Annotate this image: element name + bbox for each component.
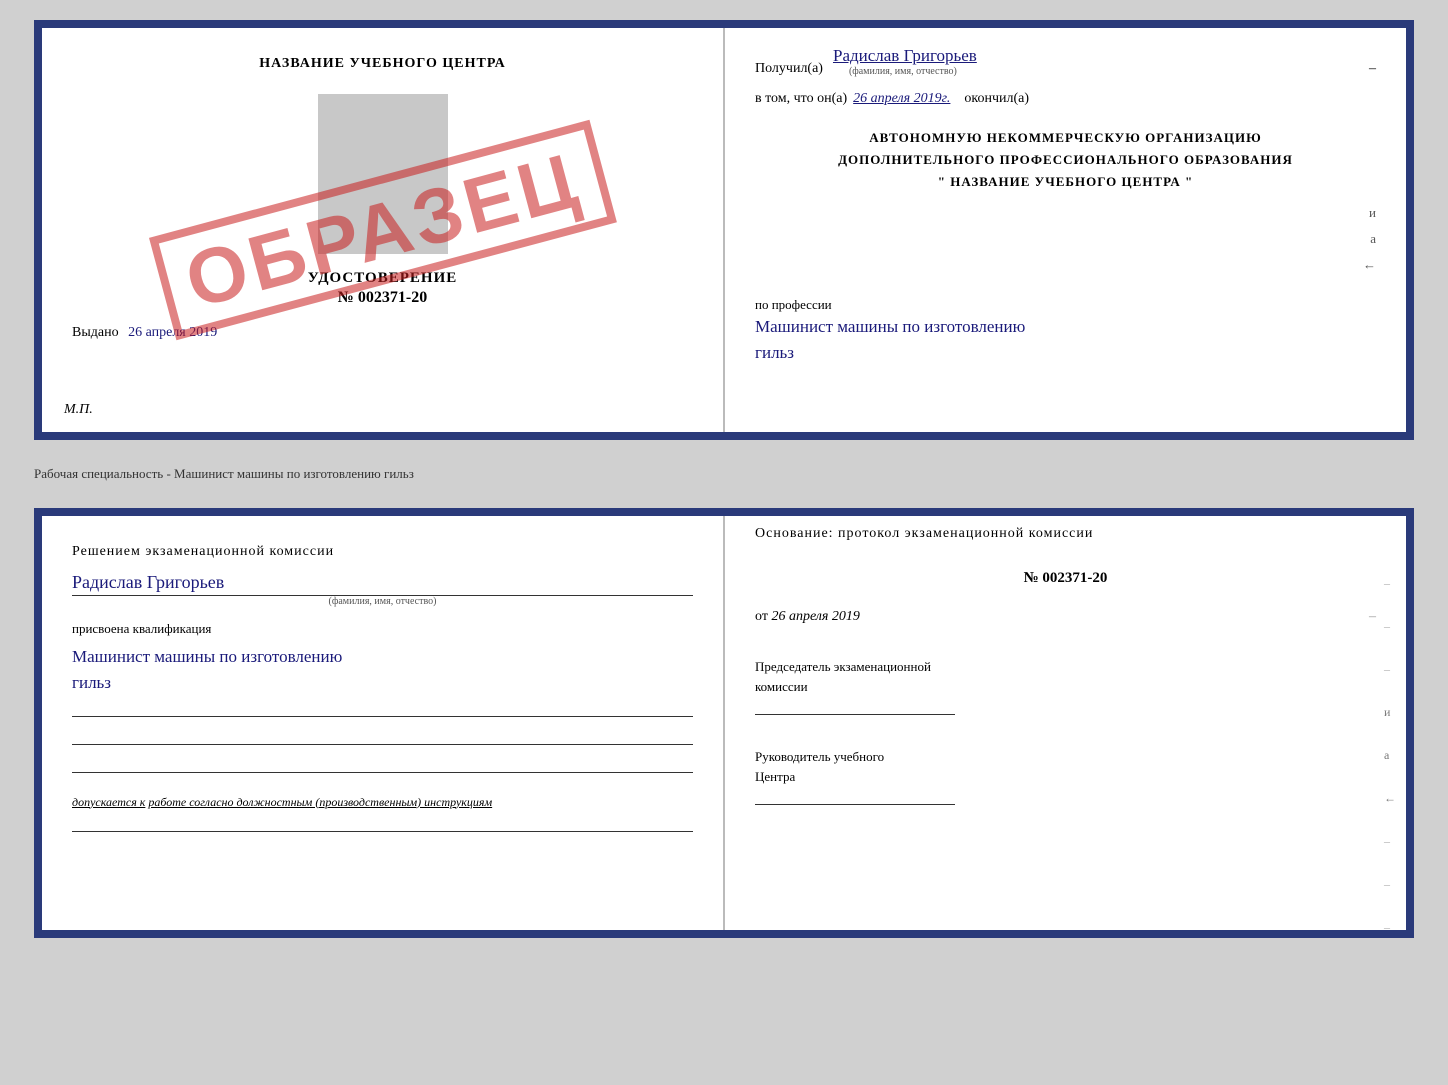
vydano-line: Выдано 26 апреля 2019	[72, 325, 693, 341]
separator-text: Рабочая специальность - Машинист машины …	[34, 462, 1414, 486]
line4	[72, 822, 693, 832]
right-dash-a: а	[1370, 231, 1376, 246]
bottom-fio: Радислав Григорьев	[72, 572, 693, 596]
bottom-fio-sub: (фамилия, имя, отчество)	[72, 596, 693, 607]
dopuskaetsya-line: допускается к работе согласно должностны…	[72, 795, 693, 810]
rukovoditel-line2: Центра	[755, 767, 1376, 787]
right-dash-arrow: ←	[1363, 257, 1376, 272]
udostoverenie-label: УДОСТОВЕРЕНИЕ	[308, 270, 458, 287]
dash1: –	[1369, 61, 1376, 77]
avt-line2: ДОПОЛНИТЕЛЬНОГО ПРОФЕССИОНАЛЬНОГО ОБРАЗО…	[755, 149, 1376, 171]
dopuskaetsya-prefix: допускается к	[72, 795, 145, 809]
predsedatel-line2: комиссии	[755, 677, 1376, 697]
avt-line1: АВТОНОМНУЮ НЕКОММЕРЧЕСКУЮ ОРГАНИЗАЦИЮ	[755, 127, 1376, 149]
professiya-text2: гильз	[755, 341, 1376, 365]
ot-date: 26 апреля 2019	[771, 609, 859, 624]
poluchil-prefix: Получил(а)	[755, 61, 823, 77]
line3	[72, 763, 693, 773]
photo-placeholder	[318, 94, 448, 254]
rukovoditel-sign-line	[755, 804, 955, 805]
vtom-line: в том, что он(а) 26 апреля 2019г. окончи…	[755, 91, 1376, 107]
kval-block: Машинист машины по изготовлению гильз	[72, 643, 693, 695]
line2	[72, 735, 693, 745]
avt-line3: " НАЗВАНИЕ УЧЕБНОГО ЦЕНТРА "	[755, 171, 1376, 193]
poluchil-line: Получил(а) Радислав Григорьев (фамилия, …	[755, 46, 1376, 77]
vtom-date: 26 апреля 2019г.	[853, 91, 950, 107]
predsedatel-line1: Председатель экзаменационной	[755, 657, 1376, 677]
line1	[72, 707, 693, 717]
predsedatel-sign-line	[755, 714, 955, 715]
okonchil-text: окончил(а)	[964, 91, 1029, 107]
kval-text: Машинист машины по изготовлению	[72, 645, 693, 669]
fio-subtitle: (фамилия, имя, отчество)	[829, 66, 977, 77]
vydano-prefix: Выдано	[72, 325, 119, 340]
rukovoditel-block: Руководитель учебного Центра	[755, 747, 1376, 786]
right-dash-and: и	[1369, 205, 1376, 220]
dopuskaetsya-text: работе согласно должностным (производств…	[148, 795, 492, 809]
protocol-date: от 26 апреля 2019 –	[755, 609, 1376, 625]
mp-label: М.П.	[64, 402, 93, 418]
right-br-dash: –	[1369, 609, 1376, 625]
po-professii-label: по профессии Машинист машины по изготовл…	[755, 297, 1376, 365]
top-cert-left: НАЗВАНИЕ УЧЕБНОГО ЦЕНТРА УДОСТОВЕРЕНИЕ №…	[42, 28, 725, 432]
cert-number: № 002371-20	[308, 289, 458, 307]
predsedatel-block: Председатель экзаменационной комиссии	[755, 657, 1376, 696]
kval-text2: гильз	[72, 671, 693, 695]
osnovaniye-label: Основание: протокол экзаменационной коми…	[755, 526, 1376, 542]
bottom-certificate: Решением экзаменационной комиссии Радисл…	[34, 508, 1414, 938]
bottom-cert-right: Основание: протокол экзаменационной коми…	[725, 516, 1406, 930]
right-edge-dashes: ––– и а ← –––	[1384, 576, 1396, 935]
bottom-fio-block: Радислав Григорьев (фамилия, имя, отчест…	[72, 570, 693, 607]
recipient-name: Радислав Григорьев	[833, 46, 977, 65]
avt-block: АВТОНОМНУЮ НЕКОММЕРЧЕСКУЮ ОРГАНИЗАЦИЮ ДО…	[755, 127, 1376, 193]
top-cert-right: Получил(а) Радислав Григорьев (фамилия, …	[725, 28, 1406, 432]
protocol-number: № 002371-20	[755, 570, 1376, 587]
top-certificate: НАЗВАНИЕ УЧЕБНОГО ЦЕНТРА УДОСТОВЕРЕНИЕ №…	[34, 20, 1414, 440]
po-professii-text: по профессии	[755, 297, 832, 312]
bottom-cert-left: Решением экзаменационной комиссии Радисл…	[42, 516, 725, 930]
resheniem-title: Решением экзаменационной комиссии	[72, 544, 693, 560]
professiya-text: Машинист машины по изготовлению	[755, 315, 1376, 339]
rukovoditel-line1: Руководитель учебного	[755, 747, 1376, 767]
vtom-prefix: в том, что он(а)	[755, 91, 847, 107]
top-left-title: НАЗВАНИЕ УЧЕБНОГО ЦЕНТРА	[259, 56, 505, 72]
vydano-date: 26 апреля 2019	[128, 325, 217, 340]
prisvoyena-label: присвоена квалификация	[72, 621, 693, 637]
udostoverenie-block: УДОСТОВЕРЕНИЕ № 002371-20	[308, 270, 458, 307]
ot-prefix: от	[755, 609, 768, 624]
